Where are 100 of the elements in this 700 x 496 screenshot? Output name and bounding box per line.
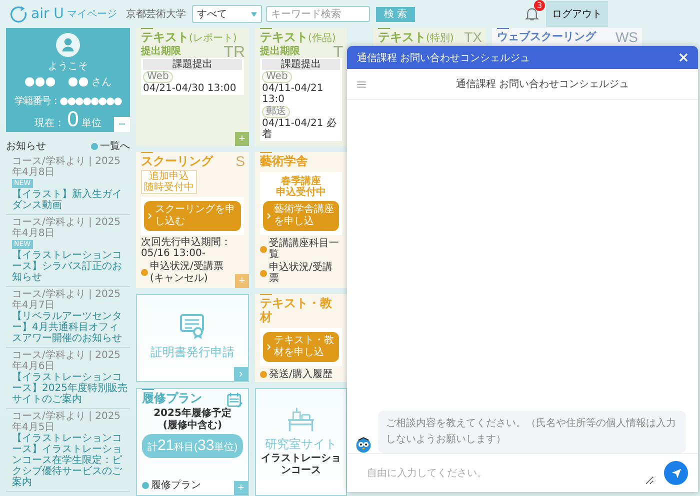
method-tag: Web xyxy=(143,71,173,84)
card-title: ウェブスクーリング xyxy=(497,31,596,44)
credit-unit: 単位) xyxy=(214,441,238,454)
card-title: 履修プラン xyxy=(142,392,202,406)
bullet-icon xyxy=(260,270,267,277)
news-title: お知らせ xyxy=(6,140,46,153)
notice-text: 春季講座 申込受付中 xyxy=(275,176,327,199)
send-icon xyxy=(670,468,682,478)
plan-heading: 2025年履修予定 (履修中含む) xyxy=(152,408,232,431)
news-link[interactable]: 【イラストレーションコース】2025年度特別販売サイトのご案内 xyxy=(12,372,128,405)
expand-button[interactable]: + xyxy=(234,481,248,495)
logout-button[interactable]: ログアウト xyxy=(546,1,608,27)
next-period-note: 次回先行申込期間：05/16 13:00- xyxy=(141,236,232,260)
watermark-text: S xyxy=(236,154,245,168)
news-link[interactable]: 【イラスト】新入生ガイダンス動画 xyxy=(12,189,128,211)
credits-unit: 単位 xyxy=(81,117,102,130)
page-label: マイページ xyxy=(66,8,117,21)
welcome-text: ようこそ xyxy=(48,60,88,73)
method-tag: 郵送 xyxy=(262,106,290,118)
method-tag: Web xyxy=(262,71,292,84)
watermark-text: TR xyxy=(224,45,245,61)
bullet-icon xyxy=(260,370,267,378)
watermark-text: WS xyxy=(615,30,638,44)
honorific-text: さん xyxy=(92,76,112,89)
chat-title: 通信課程 お問い合わせコンシェルジュ xyxy=(357,52,530,64)
desk-icon xyxy=(286,407,316,433)
table-header: 課題提出 xyxy=(143,59,242,70)
logo-icon xyxy=(10,5,28,23)
card-title: 藝術学舎 xyxy=(260,155,308,169)
bullet-icon xyxy=(91,142,98,150)
card-subtitle: (特別) xyxy=(426,33,454,44)
status-badge: 追加申込 随時受付中 xyxy=(141,170,197,194)
watermark-text: TX xyxy=(464,30,482,44)
card-title: テキスト xyxy=(260,31,308,45)
chevron-icon xyxy=(148,212,152,219)
chevron-icon xyxy=(267,212,271,219)
deadline-label: 提出期限 xyxy=(141,46,181,58)
deadline-label: 提出期限 xyxy=(260,46,300,58)
search-button[interactable]: 検 索 xyxy=(376,6,416,22)
arrow-button[interactable]: › xyxy=(234,367,248,381)
apply-button[interactable]: スクーリングを申し込む xyxy=(144,200,241,231)
calendar-icon xyxy=(227,392,243,408)
lab-site-title: 研究室サイト xyxy=(265,436,337,453)
chevron-icon xyxy=(267,344,271,350)
menu-icon[interactable] xyxy=(357,80,366,88)
card-title: スクーリング xyxy=(141,155,213,169)
card-title: テキスト・教材 xyxy=(260,297,333,325)
search-scope-select[interactable]: すべて xyxy=(192,5,262,23)
period-text: 04/11-04/21 必着 xyxy=(262,118,338,140)
send-button[interactable] xyxy=(664,461,688,485)
card-link[interactable]: 申込状況/受講票 xyxy=(269,262,342,285)
period-text: 04/11-04/21 13:0 xyxy=(262,83,324,106)
news-meta: コース/学科より | 2025年4月8日 xyxy=(12,217,122,239)
bullet-icon xyxy=(260,246,267,253)
news-link[interactable]: 【イラストレーションコース】イラストレーションコース在学生限定：ピクシブ優待サービスのご案内 xyxy=(12,433,128,488)
notification-badge: 3 xyxy=(534,0,545,11)
close-icon[interactable] xyxy=(679,53,688,62)
bell-icon[interactable] xyxy=(525,6,539,22)
history-link[interactable]: 発送/購入履歴 xyxy=(269,368,332,380)
status-link[interactable]: 申込状況/受講票(キャンセル) xyxy=(150,261,233,284)
credits-value: 0 xyxy=(66,108,80,130)
certificate-label: 証明書発行申請 xyxy=(150,344,234,361)
lab-site-subtitle: イラストレーションコース xyxy=(261,453,341,476)
news-meta: コース/学科より | 2025年4月8日 xyxy=(12,156,122,178)
paren-text: ( xyxy=(194,442,198,453)
lab-site-card[interactable]: 研究室サイト イラストレーションコース xyxy=(255,388,347,496)
card-link[interactable]: 受講講座科目一覧 xyxy=(269,238,342,261)
bot-avatar-icon xyxy=(355,436,372,453)
news-list-link[interactable]: 一覧へ xyxy=(100,139,130,153)
apply-button[interactable]: テキスト・教材を申し込 xyxy=(263,332,339,362)
user-name: ●●● ●● xyxy=(24,73,89,90)
table-header: 課題提出 xyxy=(262,59,340,70)
chat-message: ご相談内容を教えてください。（氏名や住所等の個人情報は入力しないようお願いします） xyxy=(378,411,686,453)
apply-button[interactable]: 藝術学舎講座を申し込 xyxy=(263,200,339,231)
expand-button[interactable]: + xyxy=(235,132,249,146)
card-subtitle: (レポート) xyxy=(189,33,237,44)
news-meta: コース/学科より | 2025年4月5日 xyxy=(12,411,122,433)
subject-unit: 科目 xyxy=(174,440,194,454)
card-subtitle: (作品) xyxy=(308,33,336,44)
caret-icon xyxy=(250,12,257,16)
plan-link[interactable]: 履修プラン xyxy=(151,480,201,491)
avatar-icon xyxy=(56,33,80,57)
bullet-icon xyxy=(141,269,148,276)
university-name: 京都芸術大学 xyxy=(126,8,186,21)
chat-subheader: 通信課程 お問い合わせコンシェルジュ xyxy=(456,78,630,91)
certificate-card[interactable]: 証明書発行申請 › xyxy=(136,294,249,382)
bullet-icon xyxy=(142,482,149,489)
credits-label: 現在： xyxy=(34,117,65,130)
period-text: 04/21-04/30 13:00 xyxy=(143,83,236,94)
news-link[interactable]: 【リベラルアーツセンター】4月共通科目オフィスアワー開催のお知らせ xyxy=(12,311,128,344)
news-link[interactable]: 【イラストレーションコース】シラバス訂正のお知らせ xyxy=(12,250,128,283)
news-meta: コース/学科より | 2025年4月6日 xyxy=(12,350,122,372)
watermark-text: T xyxy=(333,45,343,61)
total-prefix: 計 xyxy=(147,440,158,454)
search-field[interactable]: キーワード検索 xyxy=(266,6,370,22)
news-meta: コース/学科より | 2025年4月7日 xyxy=(12,289,122,311)
logo-text[interactable]: air U xyxy=(31,6,64,22)
card-title: テキスト xyxy=(141,31,189,45)
card-title: テキスト xyxy=(378,31,426,45)
student-id: 学籍番号：●●●●●●●● xyxy=(14,94,122,108)
